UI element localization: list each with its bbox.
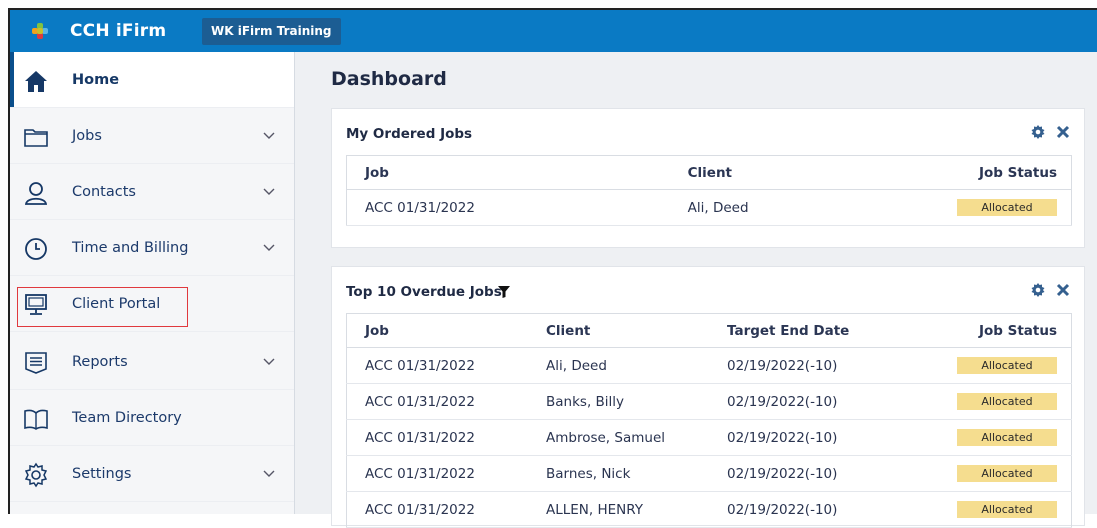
- my-ordered-jobs-widget: My Ordered Jobs Job Client Job Status AC…: [331, 108, 1085, 248]
- sidebar-item-team-directory[interactable]: Team Directory: [10, 390, 294, 446]
- status-badge: Allocated: [957, 199, 1057, 216]
- person-icon: [24, 182, 48, 205]
- book-icon: [24, 409, 48, 430]
- widget-actions: [1030, 282, 1070, 298]
- cell-job[interactable]: ACC 01/31/2022: [345, 189, 570, 226]
- sidebar-item-client-portal[interactable]: Client Portal: [10, 276, 294, 332]
- table-row[interactable]: ACC 01/31/2022 Banks, Billy 02/19/2022(-…: [346, 383, 1073, 420]
- status-badge: Allocated: [957, 501, 1057, 518]
- close-icon[interactable]: [1056, 124, 1070, 140]
- cell-job[interactable]: ACC 01/31/2022: [346, 419, 528, 456]
- cell-client[interactable]: ALLEN, HENRY: [528, 491, 709, 528]
- tenant-switcher[interactable]: WK iFirm Training: [202, 18, 341, 45]
- cell-job[interactable]: ACC 01/31/2022: [346, 383, 528, 420]
- status-badge: Allocated: [957, 393, 1057, 410]
- cell-status: Allocated: [906, 347, 1073, 384]
- cell-status: Allocated: [906, 383, 1073, 420]
- cell-target-end-date: 02/19/2022(-10): [709, 455, 907, 492]
- sidebar-item-label: Team Directory: [72, 409, 182, 426]
- my-ordered-jobs-table: Job Client Job Status ACC 01/31/2022 Ali…: [345, 155, 1072, 226]
- cell-target-end-date: 02/19/2022(-10): [709, 383, 907, 420]
- widget-actions: [1030, 124, 1070, 140]
- widget-title: My Ordered Jobs: [346, 126, 473, 142]
- report-icon: [25, 352, 47, 374]
- column-header-job[interactable]: Job: [345, 155, 570, 190]
- sidebar-item-home[interactable]: Home: [10, 52, 294, 108]
- table-row[interactable]: ACC 01/31/2022 ALLEN, HENRY 02/19/2022(-…: [346, 491, 1073, 528]
- sidebar-item-label: Settings: [72, 465, 132, 482]
- sidebar-item-reports[interactable]: Reports: [10, 334, 294, 390]
- gear-icon[interactable]: [1030, 124, 1046, 140]
- chevron-down-icon[interactable]: [263, 132, 275, 140]
- cell-client[interactable]: Ali, Deed: [569, 189, 870, 226]
- table-row[interactable]: ACC 01/31/2022 Ali, Deed Allocated: [345, 189, 1072, 226]
- column-header-client[interactable]: Client: [569, 155, 870, 190]
- filter-icon[interactable]: [498, 286, 510, 298]
- status-badge: Allocated: [957, 357, 1057, 374]
- table-row[interactable]: ACC 01/31/2022 Ambrose, Samuel 02/19/202…: [346, 419, 1073, 456]
- cell-job[interactable]: ACC 01/31/2022: [346, 491, 528, 528]
- table-row[interactable]: ACC 01/31/2022 Barnes, Nick 02/19/2022(-…: [346, 455, 1073, 492]
- sidebar-item-label: Reports: [72, 353, 128, 370]
- column-header-job[interactable]: Job: [346, 313, 528, 348]
- top-overdue-jobs-widget: Top 10 Overdue Jobs Job Client Target En…: [331, 266, 1085, 528]
- cell-job[interactable]: ACC 01/31/2022: [346, 455, 528, 492]
- folder-icon: [24, 129, 48, 147]
- sidebar-item-label: Client Portal: [72, 295, 161, 312]
- column-header-job-status[interactable]: Job Status: [869, 155, 1072, 190]
- column-header-client[interactable]: Client: [528, 313, 709, 348]
- clock-icon: [25, 238, 47, 260]
- column-header-job-status[interactable]: Job Status: [906, 313, 1073, 348]
- cell-client[interactable]: Barnes, Nick: [528, 455, 709, 492]
- gear-icon[interactable]: [1030, 282, 1046, 298]
- cell-target-end-date: 02/19/2022(-10): [709, 419, 907, 456]
- sidebar-item-label: Home: [72, 71, 120, 88]
- cell-target-end-date: 02/19/2022(-10): [709, 347, 907, 384]
- widget-title: Top 10 Overdue Jobs: [346, 284, 502, 300]
- sidebar-item-label: Contacts: [72, 183, 136, 200]
- app-title[interactable]: CCH iFirm: [70, 21, 166, 41]
- status-badge: Allocated: [957, 429, 1057, 446]
- table-header-row: Job Client Job Status: [345, 155, 1072, 190]
- chevron-down-icon[interactable]: [263, 188, 275, 196]
- table-row[interactable]: ACC 01/31/2022 Ali, Deed 02/19/2022(-10)…: [346, 347, 1073, 384]
- main-content: Dashboard My Ordered Jobs Job Client Job…: [295, 52, 1097, 528]
- cell-job[interactable]: ACC 01/31/2022: [346, 347, 528, 384]
- cell-client[interactable]: Banks, Billy: [528, 383, 709, 420]
- chevron-down-icon[interactable]: [263, 470, 275, 478]
- cell-status: Allocated: [906, 455, 1073, 492]
- chevron-down-icon[interactable]: [263, 244, 275, 252]
- sidebar-item-jobs[interactable]: Jobs: [10, 108, 294, 164]
- home-icon: [25, 71, 47, 92]
- sidebar-item-label: Jobs: [72, 127, 102, 144]
- top-overdue-jobs-table: Job Client Target End Date Job Status AC…: [346, 313, 1073, 528]
- cell-status: Allocated: [906, 419, 1073, 456]
- sidebar-item-contacts[interactable]: Contacts: [10, 164, 294, 220]
- chevron-down-icon[interactable]: [263, 358, 275, 366]
- column-header-target-end-date[interactable]: Target End Date: [709, 313, 907, 348]
- close-icon[interactable]: [1056, 282, 1070, 298]
- sidebar: Home Jobs Contacts Time and Billing Clie…: [10, 52, 295, 514]
- cell-client[interactable]: Ali, Deed: [528, 347, 709, 384]
- cell-target-end-date: 02/19/2022(-10): [709, 491, 907, 528]
- monitor-icon: [25, 294, 47, 315]
- sidebar-item-label: Time and Billing: [72, 239, 189, 256]
- app-logo-icon: [32, 23, 48, 39]
- page-title: Dashboard: [331, 68, 447, 90]
- status-badge: Allocated: [957, 465, 1057, 482]
- top-bar: CCH iFirm WK iFirm Training: [10, 10, 1097, 52]
- sidebar-item-settings[interactable]: Settings: [10, 446, 294, 502]
- cell-client[interactable]: Ambrose, Samuel: [528, 419, 709, 456]
- sidebar-item-time-and-billing[interactable]: Time and Billing: [10, 220, 294, 276]
- cell-status: Allocated: [869, 189, 1072, 226]
- gear-icon: [24, 462, 48, 488]
- table-header-row: Job Client Target End Date Job Status: [346, 313, 1073, 348]
- cell-status: Allocated: [906, 491, 1073, 528]
